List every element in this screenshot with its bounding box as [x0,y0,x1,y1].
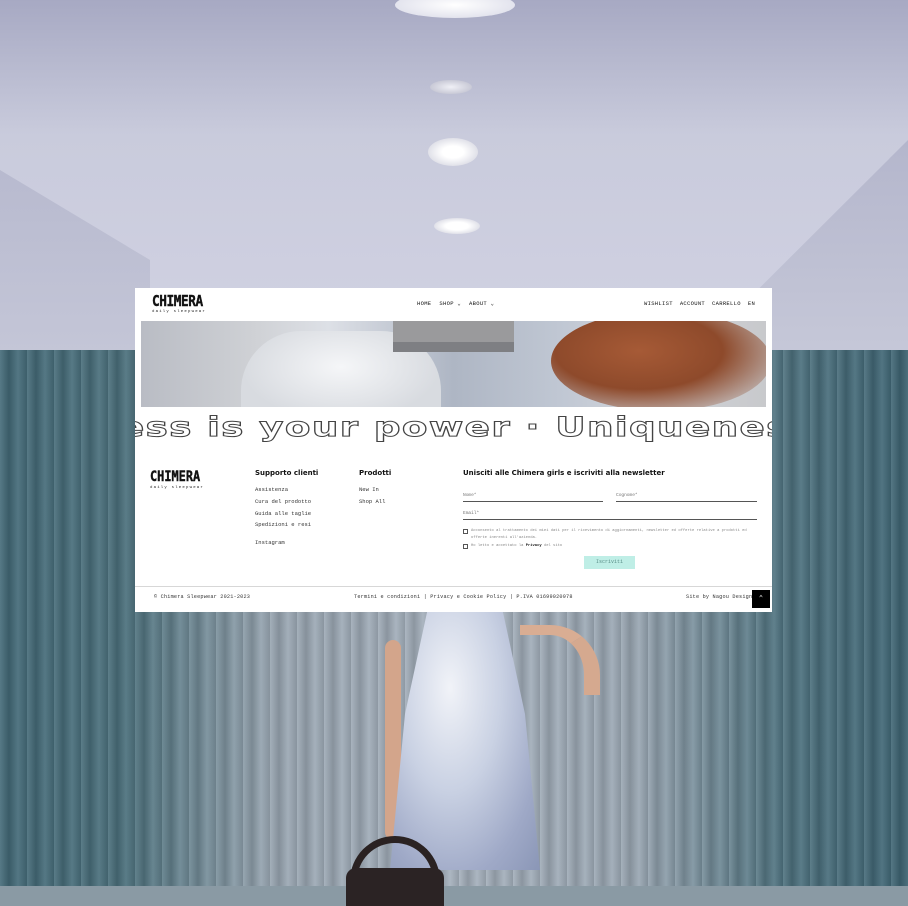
subscribe-button[interactable]: Iscriviti [584,556,635,569]
privacy-consent-checkbox[interactable] [463,544,468,549]
marquee-text: ess is your power · Uniqueness is yo [135,413,772,443]
nav-shop[interactable]: SHOP ⌄ [439,300,461,307]
support-heading: Supporto clienti [255,469,319,477]
link-instagram[interactable]: Instagram [255,539,285,546]
link-guida-taglie[interactable]: Guida alle taglie [255,510,311,517]
handbag [346,868,444,906]
nav-about[interactable]: ABOUT ⌄ [469,300,494,307]
privacy-consent-label: Ho letto e accettato la Privacy del sito [471,543,671,550]
site-header: CHIMERA daily sleepwear HOME SHOP ⌄ ABOU… [135,288,772,321]
hero-hair [551,321,766,407]
footer-logo-tagline: daily sleepwear [150,486,205,490]
link-new-in[interactable]: New In [359,486,379,493]
legal-links[interactable]: Termini e condizioni | Privacy e Cookie … [354,594,573,600]
model-figure [346,600,610,906]
chevron-up-icon: ⌃ [758,595,764,603]
footer-divider [135,586,772,587]
newsletter-heading: Unisciti alle Chimera girls e iscriviti … [463,469,665,477]
footer-logo[interactable]: CHIMERA daily sleepwear [150,469,220,490]
name-field[interactable]: Nome* [463,492,603,502]
scroll-to-top-button[interactable]: ⌃ [752,590,770,608]
logo-tagline: daily sleepwear [152,310,207,314]
ceiling-light [430,80,472,94]
nav-wishlist[interactable]: WISHLIST [644,300,673,307]
utility-nav: WISHLIST ACCOUNT CARRELLO EN [644,300,755,307]
smoke-detector [428,138,478,166]
email-field[interactable]: Email* [463,510,757,520]
link-spedizioni-resi[interactable]: Spedizioni e resi [255,521,311,528]
link-cura-prodotto[interactable]: Cura del prodotto [255,498,311,505]
ceiling-light [434,218,480,234]
website-screenshot: CHIMERA daily sleepwear HOME SHOP ⌄ ABOU… [135,288,772,612]
link-assistenza[interactable]: Assistenza [255,486,288,493]
footer-logo-wordmark: CHIMERA [150,469,201,485]
model-arm [520,625,600,695]
nav-cart[interactable]: CARRELLO [712,300,741,307]
hero-image [141,321,766,407]
hero-inset-image [393,321,514,352]
privacy-consent-suffix: del sito [543,544,563,548]
slogan-marquee: ess is your power · Uniqueness is yo [135,413,772,443]
language-switch[interactable]: EN [748,300,755,307]
main-nav: HOME SHOP ⌄ ABOUT ⌄ [417,300,494,307]
nav-home[interactable]: HOME [417,300,431,307]
surname-field[interactable]: Cognome* [616,492,757,502]
nav-account[interactable]: ACCOUNT [680,300,705,307]
site-logo[interactable]: CHIMERA daily sleepwear [152,293,224,317]
satin-dress [390,610,540,870]
marketing-consent-checkbox[interactable] [463,529,468,534]
privacy-consent-prefix: Ho letto e accettato la [471,544,524,548]
copyright-text: © Chimera Sleepwear 2021-2023 [154,594,251,600]
privacy-link[interactable]: Privacy [526,544,542,548]
marketing-consent-label: Acconsento al trattamento dei miei dati … [471,529,747,540]
products-heading: Prodotti [359,469,392,477]
logo-wordmark: CHIMERA [152,292,204,310]
link-shop-all[interactable]: Shop All [359,498,385,505]
site-credit[interactable]: Site by Nagou Design [686,594,752,600]
